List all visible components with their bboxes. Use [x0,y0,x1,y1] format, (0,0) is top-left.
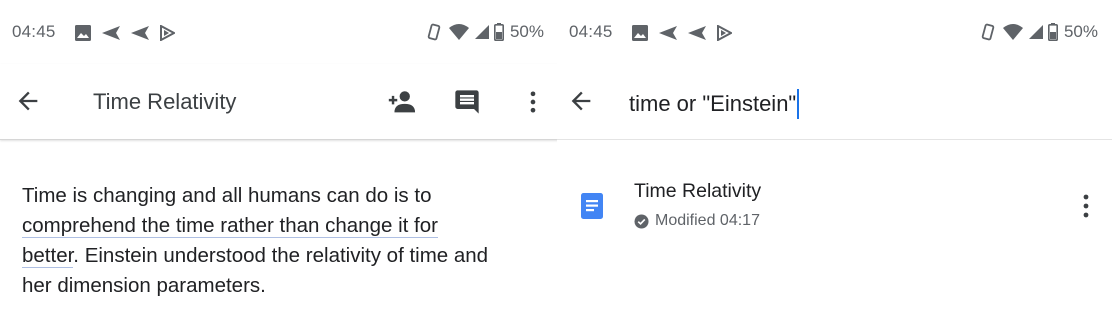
more-vert-icon [530,91,536,113]
check-circle-icon [634,213,649,229]
back-arrow-icon [18,91,38,111]
text-caret [797,89,800,119]
doc-line: better. Einstein understood the relativi… [22,241,547,271]
document-body[interactable]: Time is changing and all humans can do i… [22,181,547,301]
status-time: 04:45 [569,22,613,41]
status-bar: 04:45 50% [557,0,1112,64]
search-input[interactable]: time or "Einstein" [629,89,800,119]
document-screen: 04:45 50% Time Relativity Time is changi… [0,0,566,331]
send-notification-icon [688,26,706,40]
status-bar: 04:45 50% [0,0,566,64]
send-notification-icon [102,26,120,40]
result-title: Time Relativity [634,180,762,202]
notification-icons [631,24,732,42]
wifi-icon [448,24,469,40]
status-time: 04:45 [12,22,56,41]
search-result-item[interactable]: Time Relativity Modified 04:17 [557,178,1112,238]
doc-line: comprehend the time rather than change i… [22,211,547,241]
back-button[interactable] [14,87,42,115]
doc-line: her dimension parameters. [22,274,266,297]
result-modified: Modified 04:17 [655,212,760,229]
docs-icon [581,193,603,219]
doc-text: . Einstein understood the relativity of … [73,244,489,267]
notification-icons [74,24,175,42]
more-vert-icon [1083,194,1089,218]
image-notification-icon [75,25,91,41]
cell-signal-icon [474,25,489,39]
doc-line: Time is changing and all humans can do i… [22,184,432,207]
highlighted-text: comprehend the time rather than change i… [22,214,438,238]
share-button[interactable] [386,87,416,117]
search-toolbar: time or "Einstein" [557,64,1112,140]
search-screen: 04:45 50% time or "Einstein" Time Relati… [557,0,1112,331]
document-toolbar: Time Relativity [0,64,566,140]
add-person-icon [388,91,416,113]
send-notification-icon [131,26,149,40]
play-notification-icon [160,25,175,41]
vibrate-icon [427,23,441,41]
more-options-button[interactable] [518,87,548,117]
cell-signal-icon [1028,25,1043,39]
battery-icon [493,23,504,41]
highlighted-text: better [22,244,74,268]
search-query: time or "Einstein" [629,91,797,116]
play-notification-icon [717,25,732,41]
result-more-button[interactable] [1076,192,1096,220]
back-button[interactable] [567,87,595,115]
battery-percent: 50% [1063,22,1098,41]
back-arrow-icon [571,91,591,111]
vibrate-icon [981,23,995,41]
comments-button[interactable] [452,87,482,117]
send-notification-icon [659,26,677,40]
battery-icon [1047,23,1058,41]
result-meta: Modified 04:17 [634,212,760,230]
system-status-icons: 50% [978,22,1098,42]
wifi-icon [1002,24,1023,40]
document-title: Time Relativity [93,89,237,114]
battery-percent: 50% [509,22,544,41]
system-status-icons: 50% [424,22,544,42]
image-notification-icon [632,25,648,41]
comment-icon [455,90,479,114]
